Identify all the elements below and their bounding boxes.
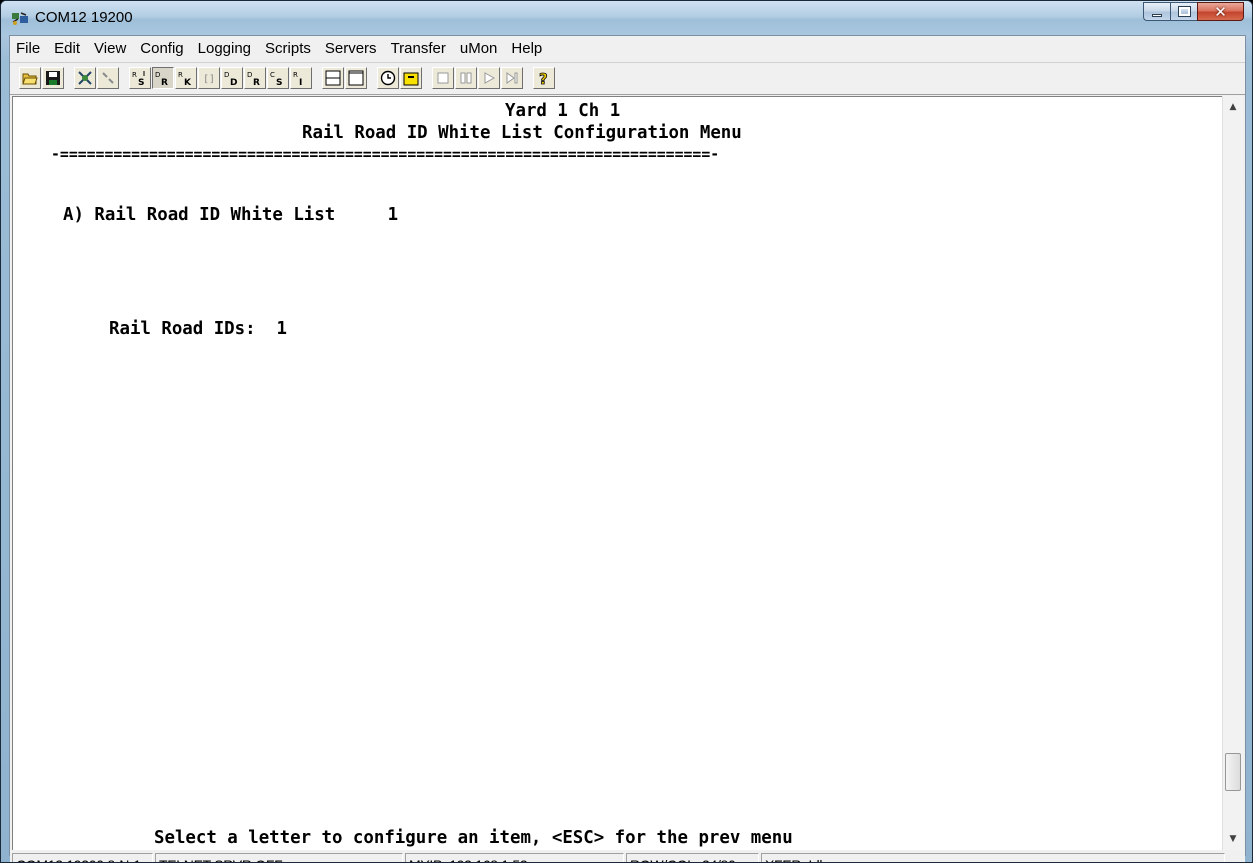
- dsr-receive-button[interactable]: DR: [244, 67, 266, 89]
- help-button[interactable]: ?: [533, 67, 555, 89]
- vertical-scrollbar[interactable]: ▲ ▼: [1222, 96, 1243, 850]
- terminal-window: COM12 19200 ✕ File Edit View Config Logg…: [0, 0, 1253, 863]
- connect-button[interactable]: [74, 67, 96, 89]
- rk-button[interactable]: RK: [175, 67, 197, 89]
- disconnect-button[interactable]: [97, 67, 119, 89]
- terminal-line-2: Rail Road ID White List Configuration Me…: [302, 123, 742, 143]
- brackets-icon: []: [203, 74, 215, 85]
- title-bar[interactable]: COM12 19200 ✕: [1, 1, 1252, 35]
- svg-text:R: R: [161, 78, 168, 86]
- status-myip: MYIP: 192.168.1.52: [405, 853, 624, 862]
- help-icon: ?: [539, 70, 549, 86]
- svg-text:S: S: [276, 78, 282, 86]
- save-disk-icon: [46, 71, 60, 85]
- ri-icon: RI: [293, 71, 302, 86]
- close-button[interactable]: ✕: [1197, 2, 1244, 21]
- dsr-icon: DD: [224, 71, 237, 86]
- menu-scripts[interactable]: Scripts: [258, 36, 318, 61]
- svg-text:R: R: [253, 78, 260, 86]
- client-area: File Edit View Config Logging Scripts Se…: [9, 35, 1246, 862]
- menu-bar: File Edit View Config Logging Scripts Se…: [10, 36, 1245, 61]
- maximize-button[interactable]: [1170, 2, 1197, 21]
- svg-text:R: R: [293, 71, 298, 79]
- toolbar: RS DR RK [] DD DR CS RI ?: [10, 62, 1245, 95]
- svg-text:R: R: [132, 71, 137, 79]
- maximize-icon: [1178, 6, 1191, 17]
- menu-view[interactable]: View: [87, 36, 133, 61]
- brackets-button[interactable]: []: [198, 67, 220, 89]
- svg-text:K: K: [184, 78, 192, 86]
- window-title: COM12 19200: [35, 9, 133, 26]
- single-view-button[interactable]: [345, 67, 367, 89]
- clock-icon: [380, 70, 396, 86]
- stop-icon: [437, 72, 449, 84]
- svg-text:I: I: [299, 78, 302, 86]
- dsr-button[interactable]: DD: [221, 67, 243, 89]
- terminal-screen[interactable]: Yard 1 Ch 1 Rail Road ID White List Conf…: [12, 96, 1222, 850]
- menu-config[interactable]: Config: [133, 36, 190, 61]
- menu-logging[interactable]: Logging: [191, 36, 258, 61]
- timer-button[interactable]: [377, 67, 399, 89]
- status-xfer: XFER: Idle: [761, 853, 1225, 862]
- status-bar: COM12 19200 8-N-1 TELNET SRVR OFF MYIP: …: [10, 850, 1245, 862]
- save-button[interactable]: [42, 67, 64, 89]
- svg-text:S: S: [138, 78, 144, 86]
- svg-text:R: R: [178, 71, 183, 79]
- stop-button[interactable]: [432, 67, 454, 89]
- terminal-line-1: Yard 1 Ch 1: [505, 101, 621, 121]
- cts-button[interactable]: CS: [267, 67, 289, 89]
- svg-text:C: C: [270, 71, 275, 79]
- scroll-up-arrow-icon[interactable]: ▲: [1223, 98, 1243, 116]
- terminal-line-3: -=======================================…: [51, 146, 720, 163]
- scrollbar-thumb[interactable]: [1225, 753, 1241, 791]
- menu-umon[interactable]: uMon: [453, 36, 505, 61]
- split-view-icon: [325, 70, 341, 86]
- close-icon: ✕: [1214, 3, 1227, 21]
- ri-button[interactable]: RI: [290, 67, 312, 89]
- step-button[interactable]: [501, 67, 523, 89]
- svg-text:D: D: [155, 71, 160, 79]
- svg-text:D: D: [247, 71, 252, 79]
- menu-transfer[interactable]: Transfer: [384, 36, 453, 61]
- terminal-line-5: A) Rail Road ID White List 1: [63, 205, 399, 225]
- cts-icon: CS: [270, 71, 282, 86]
- caption-buttons: ✕: [1143, 2, 1244, 23]
- menu-edit[interactable]: Edit: [47, 36, 87, 61]
- terminal-line-10: Rail Road IDs: 1: [109, 319, 287, 339]
- split-view-button[interactable]: [322, 67, 344, 89]
- rts-receive-button[interactable]: DR: [152, 67, 174, 89]
- rk-icon: RK: [178, 71, 192, 86]
- svg-text:D: D: [230, 78, 237, 86]
- minimize-button[interactable]: [1143, 2, 1170, 21]
- scroll-down-arrow-icon[interactable]: ▼: [1223, 830, 1243, 848]
- menu-file[interactable]: File: [10, 36, 47, 61]
- menu-servers[interactable]: Servers: [318, 36, 384, 61]
- minimize-icon: [1152, 14, 1162, 17]
- play-icon: [484, 72, 496, 84]
- svg-text:D: D: [224, 71, 229, 79]
- rts-button[interactable]: RS: [129, 67, 151, 89]
- status-telnet: TELNET SRVR OFF: [155, 853, 403, 862]
- pause-icon: [460, 72, 472, 84]
- open-folder-icon: [22, 73, 38, 85]
- disconnect-icon: [102, 72, 114, 84]
- rts-receive-icon: DR: [155, 71, 168, 86]
- dsr-receive-icon: DR: [247, 71, 260, 86]
- play-button[interactable]: [478, 67, 500, 89]
- capture-folder-icon: [403, 72, 419, 86]
- pause-button[interactable]: [455, 67, 477, 89]
- terminal-line-24: Select a letter to configure an item, <E…: [154, 828, 793, 848]
- rts-icon: RS: [132, 71, 145, 86]
- open-button[interactable]: [19, 67, 41, 89]
- capture-button[interactable]: [400, 67, 422, 89]
- svg-text:[]: []: [203, 74, 215, 85]
- connect-icon: [78, 71, 92, 85]
- single-view-icon: [348, 70, 364, 86]
- serial-terminal-icon: [12, 12, 28, 25]
- svg-text:?: ?: [539, 70, 548, 86]
- step-icon: [506, 72, 518, 84]
- status-rowcol: ROW/COL: 24/80: [626, 853, 759, 862]
- status-port: COM12 19200 8-N-1: [12, 853, 153, 862]
- menu-help[interactable]: Help: [504, 36, 549, 61]
